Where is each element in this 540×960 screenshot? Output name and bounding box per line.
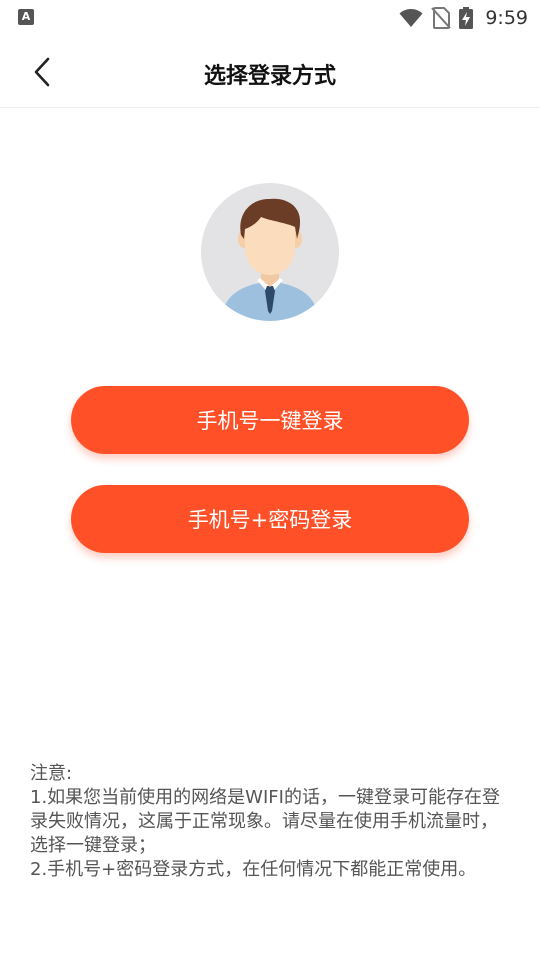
page-title: 选择登录方式 [203, 64, 336, 89]
app-bar: 选择登录方式 [0, 36, 540, 108]
password-login-button[interactable]: 手机号+密码登录 [71, 485, 469, 553]
one-click-login-button[interactable]: 手机号一键登录 [71, 386, 469, 454]
status-bar: A 9:59 [0, 0, 540, 36]
notice-heading: 注意: [30, 763, 73, 784]
notice-section: 注意: 1.如果您当前使用的网络是WIFI的话，一键登录可能存在登录失败情况，这… [30, 762, 514, 882]
avatar [201, 183, 339, 321]
notification-app-icon: A [18, 9, 34, 25]
one-click-login-label: 手机号一键登录 [196, 409, 344, 433]
status-time: 9:59 [485, 7, 528, 29]
battery-charging-icon [459, 7, 474, 29]
password-login-label: 手机号+密码登录 [187, 508, 353, 532]
notice-item-2: 2.手机号+密码登录方式，在任何情况下都能正常使用。 [30, 859, 477, 880]
user-avatar-icon [221, 198, 319, 321]
notice-item-1: 1.如果您当前使用的网络是WIFI的话，一键登录可能存在登录失败情况，这属于正常… [30, 787, 500, 856]
no-sim-icon [431, 7, 452, 29]
status-icons: 9:59 [399, 6, 528, 30]
wifi-icon [399, 9, 423, 27]
